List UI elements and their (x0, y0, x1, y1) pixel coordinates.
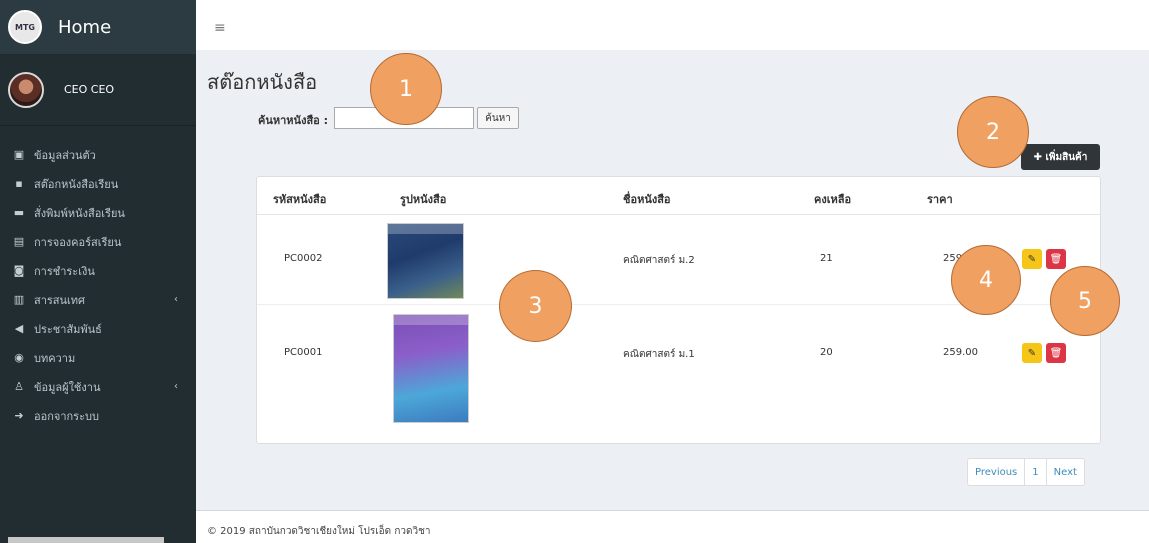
annotation-marker: 3 (499, 270, 572, 342)
sidebar-brand[interactable]: MTG Home (0, 0, 196, 54)
user-panel: CEO CEO (0, 54, 196, 126)
column-header-code: รหัสหนังสือ (273, 193, 327, 206)
book-name: คณิตศาสตร์ ม.1 (623, 349, 695, 360)
sidebar-item-payment[interactable]: ◙ การชำระเงิน (0, 256, 196, 285)
sidebar: MTG Home CEO CEO ▣ ข้อมูลส่วนตัว ▪ สต๊อกหน… (0, 0, 196, 543)
sidebar-item-book-stock[interactable]: ▪ สต๊อกหนังสือเรียน (0, 169, 196, 198)
annotation-marker: 5 (1050, 266, 1120, 336)
trash-icon: 🗑 (1049, 347, 1063, 359)
cart-icon: ▬ (13, 206, 25, 219)
page-number-button[interactable]: 1 (1025, 459, 1047, 485)
logo-icon: MTG (8, 10, 42, 44)
column-header-stock: คงเหลือ (814, 193, 852, 206)
sidebar-menu: ▣ ข้อมูลส่วนตัว ▪ สต๊อกหนังสือเรียน ▬ สั่งพ… (0, 126, 196, 430)
pencil-icon: ✎ (1027, 253, 1037, 265)
edit-button[interactable]: ✎ (1022, 343, 1042, 363)
chevron-left-icon: ‹ (174, 381, 178, 392)
book-stock: 20 (820, 347, 833, 358)
sidebar-item-course-booking[interactable]: ▤ การจองคอร์สเรียน (0, 227, 196, 256)
copyright-text: © 2019 สถาบันกวดวิชาเชียงใหม่ โปรเอ็ด กว… (207, 526, 431, 537)
sidebar-item-print-order[interactable]: ▬ สั่งพิมพ์หนังสือเรียน (0, 198, 196, 227)
annotation-marker: 1 (370, 53, 442, 125)
book-cover-image (387, 223, 464, 299)
sidebar-item-label: การชำระเงิน (34, 264, 95, 278)
column-header-image: รูปหนังสือ (400, 193, 447, 206)
book-price: 259.00 (943, 347, 978, 358)
hamburger-menu-icon[interactable]: ≡ (214, 20, 226, 36)
pagination: Previous 1 Next (967, 458, 1085, 486)
sidebar-item-label: ออกจากระบบ (34, 409, 99, 423)
sidebar-item-label: ประชาสัมพันธ์ (34, 322, 102, 336)
sign-out-icon: ➜ (14, 409, 24, 422)
sidebar-item-profile[interactable]: ▣ ข้อมูลส่วนตัว (0, 140, 196, 169)
column-header-price: ราคา (927, 193, 953, 206)
chevron-left-icon: ‹ (174, 294, 178, 305)
document-icon: ▤ (13, 235, 25, 248)
id-card-icon: ▣ (13, 148, 25, 161)
book-code: PC0002 (284, 253, 323, 264)
sidebar-item-label: ข้อมูลผู้ใช้งาน (34, 380, 101, 394)
search-button[interactable]: ค้นหา (477, 107, 519, 129)
annotation-marker: 2 (957, 96, 1029, 168)
user-icon: ♙ (14, 380, 24, 393)
footer: © 2019 สถาบันกวดวิชาเชียงใหม่ โปรเอ็ด กว… (196, 510, 1149, 543)
sidebar-scrollbar[interactable] (8, 537, 164, 543)
sidebar-item-label: สารสนเทศ (34, 293, 86, 307)
avatar (8, 71, 44, 108)
table-header: รหัสหนังสือ รูปหนังสือ ชื่อหนังสือ คงเหล… (257, 177, 1100, 215)
delete-button[interactable]: 🗑 (1046, 343, 1066, 363)
top-navbar: ≡ (196, 0, 1149, 50)
sidebar-item-announcement[interactable]: ◀ ประชาสัมพันธ์ (0, 314, 196, 343)
book-cover-image (393, 314, 469, 423)
book-stock: 21 (820, 253, 833, 264)
money-icon: ◙ (13, 264, 25, 277)
sidebar-item-label: การจองคอร์สเรียน (34, 235, 122, 249)
table-row: PC0001 คณิตศาสตร์ ม.1 20 259.00 ✎ 🗑 (257, 305, 1100, 443)
delete-button[interactable]: 🗑 (1046, 249, 1066, 269)
book-name: คณิตศาสตร์ ม.2 (623, 255, 695, 266)
sidebar-item-label: สต๊อกหนังสือเรียน (34, 177, 119, 191)
sidebar-item-label: สั่งพิมพ์หนังสือเรียน (34, 206, 125, 220)
rss-icon: ◉ (14, 351, 24, 364)
sidebar-item-label: บทความ (34, 351, 76, 365)
search-label: ค้นหาหนังสือ : (258, 114, 328, 127)
annotation-marker: 4 (951, 245, 1021, 315)
sidebar-item-label: ข้อมูลส่วนตัว (34, 148, 96, 162)
next-page-button[interactable]: Next (1047, 459, 1084, 485)
user-name: CEO CEO (64, 83, 115, 96)
trash-icon: 🗑 (1049, 253, 1063, 265)
sidebar-item-logout[interactable]: ➜ ออกจากระบบ (0, 401, 196, 430)
bar-chart-icon: ▥ (13, 293, 25, 306)
edit-button[interactable]: ✎ (1022, 249, 1042, 269)
pencil-icon: ✎ (1027, 347, 1037, 359)
previous-page-button[interactable]: Previous (968, 459, 1026, 485)
megaphone-icon: ◀ (14, 322, 24, 335)
page-title: สต๊อกหนังสือ (207, 70, 318, 94)
sidebar-item-information[interactable]: ▥ สารสนเทศ ‹ (0, 285, 196, 314)
box-icon: ▪ (15, 177, 23, 190)
book-code: PC0001 (284, 347, 323, 358)
sidebar-item-articles[interactable]: ◉ บทความ (0, 343, 196, 372)
column-header-name: ชื่อหนังสือ (623, 193, 671, 206)
add-product-button[interactable]: ✚ เพิ่มสินค้า (1021, 144, 1100, 170)
sidebar-item-users[interactable]: ♙ ข้อมูลผู้ใช้งาน ‹ (0, 372, 196, 401)
brand-title[interactable]: Home (58, 17, 111, 38)
